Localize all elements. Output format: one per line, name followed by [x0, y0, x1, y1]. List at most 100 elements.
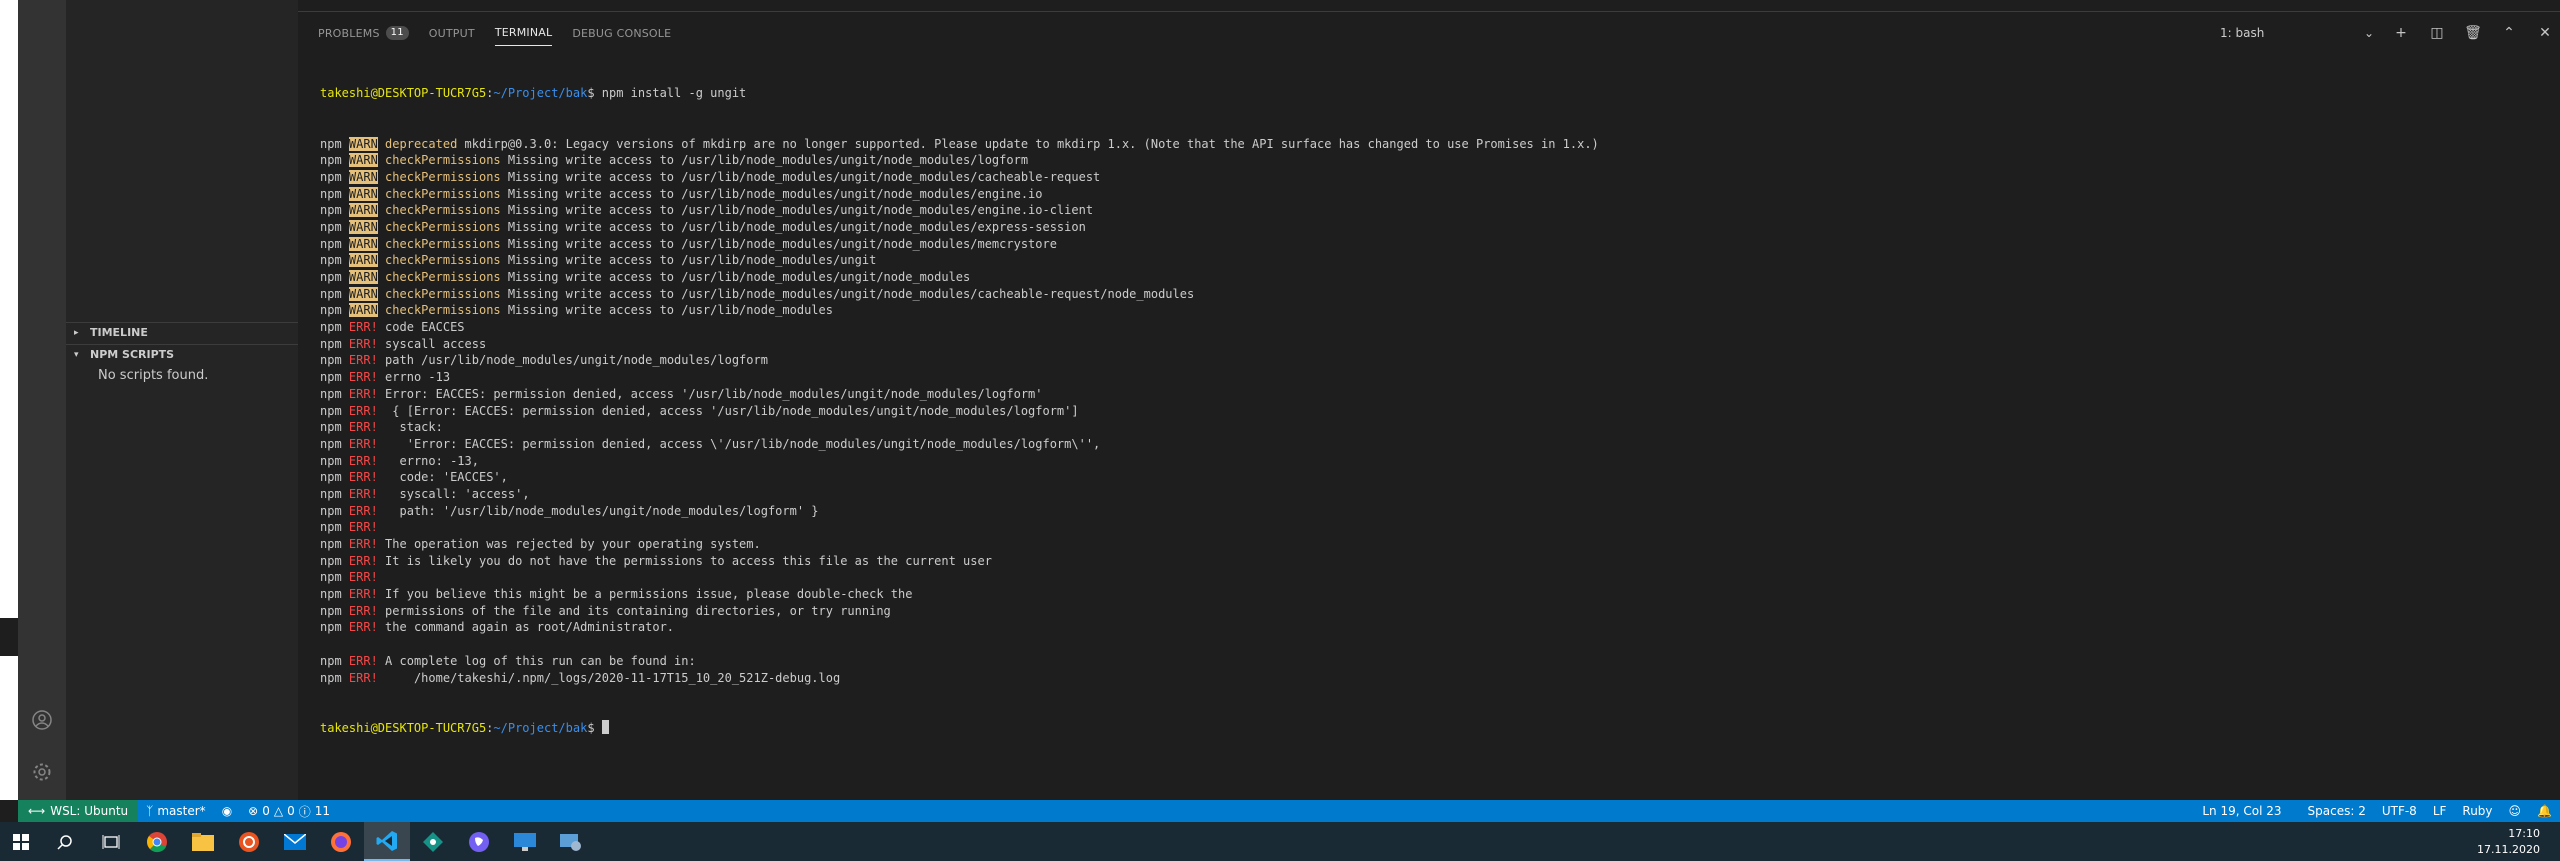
npm-prefix: npm: [320, 587, 349, 602]
err-label: ERR!: [348, 436, 378, 451]
bell-icon[interactable]: 🔔: [2529, 804, 2560, 818]
control-panel-icon[interactable]: [548, 822, 594, 861]
terminal-line: npm ERR! syscall: 'access',: [320, 486, 2540, 503]
warn-label: WARN: [348, 186, 378, 201]
terminal-prompt-line: takeshi@DESKTOP-TUCR7G5:~/Project/bak$ n…: [320, 86, 747, 101]
log-text: access: [435, 336, 487, 351]
chevron-down-icon: ⌄: [2363, 26, 2374, 40]
panel-tabs: PROBLEMS 11 OUTPUT TERMINAL DEBUG CONSOL…: [318, 20, 671, 46]
status-bar: ⟷ WSL: Ubuntu ᛉ master* ◉ ⊗ 0 △ 0 ⓘ 11 Ln 1…: [18, 800, 2560, 822]
gitkraken-icon[interactable]: [410, 822, 456, 861]
tab-output[interactable]: OUTPUT: [429, 20, 475, 46]
log-keyword: code: [385, 320, 414, 335]
branch-indicator[interactable]: ᛉ master*: [138, 804, 214, 818]
problems-indicator[interactable]: ⊗ 0 △ 0 ⓘ 11: [240, 803, 338, 820]
npm-prefix: npm: [320, 503, 349, 518]
ubuntu-icon[interactable]: [226, 822, 272, 861]
remote-icon: ⟷: [28, 804, 46, 818]
err-label: ERR!: [348, 603, 378, 618]
npm-prefix: npm: [320, 236, 349, 251]
search-icon[interactable]: [42, 822, 88, 861]
encoding[interactable]: UTF-8: [2374, 804, 2425, 818]
info-count: 11: [314, 804, 331, 818]
npm-prefix: npm: [320, 470, 349, 485]
split-terminal-icon[interactable]: ◫: [2428, 25, 2446, 41]
tab-debug-console[interactable]: DEBUG CONSOLE: [572, 20, 671, 46]
log-text: Missing write access to /usr/lib/node_mo…: [500, 253, 877, 268]
terminal-line: npm ERR! errno: -13,: [320, 453, 2540, 470]
windows-taskbar: 17:10 17.11.2020: [0, 822, 2560, 861]
log-text: Missing write access to /usr/lib/node_mo…: [500, 203, 1094, 218]
log-text: path: '/usr/lib/node_modules/ungit/node_…: [385, 503, 819, 518]
log-keyword: checkPermissions: [385, 186, 501, 201]
terminal-line: npm ERR!: [320, 569, 2540, 586]
npm-scripts-section[interactable]: ▾ NPM SCRIPTS: [66, 344, 298, 364]
npm-prefix: npm: [320, 219, 349, 234]
npm-prefix: npm: [320, 169, 349, 184]
log-text: A complete log of this run can be found …: [385, 653, 696, 668]
trash-icon[interactable]: 🗑: [2464, 25, 2482, 41]
sync-indicator[interactable]: ◉: [214, 804, 240, 818]
terminal-line: npm WARN checkPermissions Missing write …: [320, 269, 2540, 286]
timeline-section[interactable]: ▸ TIMELINE: [66, 322, 298, 342]
mail-icon[interactable]: [272, 822, 318, 861]
terminal-line: npm WARN deprecated mkdirp@0.3.0: Legacy…: [320, 136, 2540, 153]
indentation[interactable]: Spaces: 2: [2300, 804, 2374, 818]
log-text: /usr/lib/node_modules/ungit/node_modules…: [413, 353, 768, 368]
tab-problems[interactable]: PROBLEMS 11: [318, 20, 409, 46]
branch-label: master*: [157, 804, 206, 818]
file-explorer-icon[interactable]: [180, 822, 226, 861]
end-of-line[interactable]: LF: [2425, 804, 2455, 818]
task-view-icon[interactable]: [88, 822, 134, 861]
terminal-line: npm ERR! code EACCES: [320, 319, 2540, 336]
chevron-right-icon: ▸: [74, 327, 79, 338]
gear-icon[interactable]: [26, 756, 58, 788]
log-text: It is likely you do not have the permiss…: [385, 553, 992, 568]
log-keyword: checkPermissions: [385, 303, 501, 318]
log-text: code: 'EACCES',: [385, 470, 508, 485]
log-text: Missing write access to /usr/lib/node_mo…: [500, 186, 1043, 201]
warning-icon: △: [273, 804, 284, 818]
close-icon[interactable]: ✕: [2536, 25, 2554, 41]
language-mode[interactable]: Ruby: [2454, 804, 2500, 818]
log-text: syscall: 'access',: [385, 486, 530, 501]
npm-prefix: npm: [320, 453, 349, 468]
terminal-output[interactable]: takeshi@DESKTOP-TUCR7G5:~/Project/bak$ n…: [320, 52, 2540, 770]
err-label: ERR!: [348, 537, 378, 551]
firefox-icon[interactable]: [318, 822, 364, 861]
remote-desktop-icon[interactable]: [502, 822, 548, 861]
windows-start-icon[interactable]: [0, 822, 42, 861]
system-clock[interactable]: 17:10 17.11.2020: [2477, 826, 2540, 858]
terminal-line: npm ERR! 'Error: EACCES: permission deni…: [320, 436, 2540, 453]
viber-icon[interactable]: [456, 822, 502, 861]
desktop-edge-dark: [0, 618, 18, 656]
prompt-user: takeshi@DESKTOP-TUCR7G5: [320, 720, 487, 735]
cursor-position[interactable]: Ln 19, Col 23: [2194, 804, 2289, 818]
remote-label: WSL: Ubuntu: [50, 804, 129, 818]
npm-prefix: npm: [320, 320, 349, 335]
problems-count-badge: 11: [385, 26, 409, 40]
account-icon[interactable]: [26, 704, 58, 736]
log-text: Missing write access to /usr/lib/node_mo…: [500, 153, 1029, 168]
vscode-icon[interactable]: [364, 822, 410, 861]
npm-prefix: npm: [320, 420, 349, 435]
broadcast-icon: ◉: [221, 804, 233, 818]
terminal-line: npm WARN checkPermissions Missing write …: [320, 286, 2540, 303]
chrome-icon[interactable]: [134, 822, 180, 861]
editor-area: [298, 0, 2560, 12]
tab-label: PROBLEMS: [318, 26, 380, 40]
tab-terminal[interactable]: TERMINAL: [494, 20, 553, 46]
err-label: ERR!: [348, 403, 378, 418]
log-text: The operation was rejected by your opera…: [385, 537, 761, 551]
err-label: ERR!: [348, 653, 378, 668]
remote-indicator[interactable]: ⟷ WSL: Ubuntu: [18, 800, 139, 822]
activity-bar: [18, 0, 66, 800]
terminal-select[interactable]: 1: bash ⌄: [2220, 26, 2374, 40]
err-label: ERR!: [348, 353, 378, 368]
err-label: ERR!: [348, 553, 378, 568]
warn-label: WARN: [348, 153, 378, 168]
terminal-line: npm ERR! syscall access: [320, 336, 2540, 353]
plus-icon[interactable]: +: [2392, 25, 2410, 41]
chevron-up-icon[interactable]: ⌃: [2500, 25, 2518, 41]
feedback-icon[interactable]: ☺: [2501, 804, 2530, 818]
